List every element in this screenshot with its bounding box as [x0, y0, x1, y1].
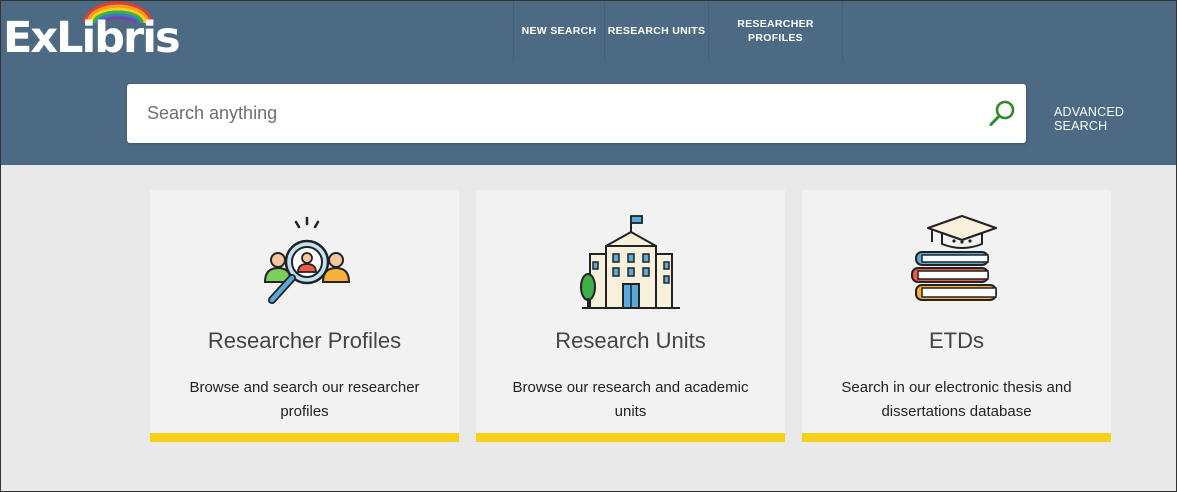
card-etds[interactable]: ETDs Search in our electronic thesis and… [802, 190, 1111, 442]
nav-researcher-profiles[interactable]: RESEARCHER PROFILES [708, 1, 843, 61]
card-title: Research Units [555, 328, 706, 353]
card-description: Search in our electronic thesis and diss… [841, 379, 1072, 420]
card-title: Researcher Profiles [207, 328, 402, 353]
nav-research-units[interactable]: RESEARCH UNITS [604, 1, 708, 61]
card-accent-bar [476, 433, 785, 442]
card-title: ETDs [929, 328, 984, 353]
card-accent-bar [150, 433, 459, 442]
researcher-search-icon [150, 212, 459, 312]
logo-text: ExLibris [3, 13, 181, 63]
card-description: Browse and search our researcher profile… [189, 379, 420, 420]
university-building-icon [476, 212, 785, 312]
card-accent-bar [802, 433, 1111, 442]
top-navigation: NEW SEARCH RESEARCH UNITS RESEARCHER PRO… [513, 1, 843, 61]
advanced-search-link[interactable]: ADVANCED SEARCH [1054, 105, 1176, 133]
exlibris-logo[interactable]: ExLibris [3, 1, 183, 61]
search-input[interactable] [127, 84, 967, 143]
header: ExLibris NEW SEARCH RESEARCH UNITS RESEA… [1, 1, 1176, 165]
search-box [127, 84, 1026, 143]
nav-new-search[interactable]: NEW SEARCH [513, 1, 604, 61]
card-researcher-profiles[interactable]: Researcher Profiles Browse and search ou… [150, 190, 459, 442]
search-button[interactable] [986, 98, 1018, 130]
feature-cards: Researcher Profiles Browse and search ou… [150, 190, 1111, 442]
books-graduation-cap-icon [802, 212, 1111, 312]
card-description: Browse our research and academic units [512, 379, 749, 420]
card-research-units[interactable]: Research Units Browse our research and a… [476, 190, 785, 442]
magnifier-icon [989, 100, 1015, 126]
